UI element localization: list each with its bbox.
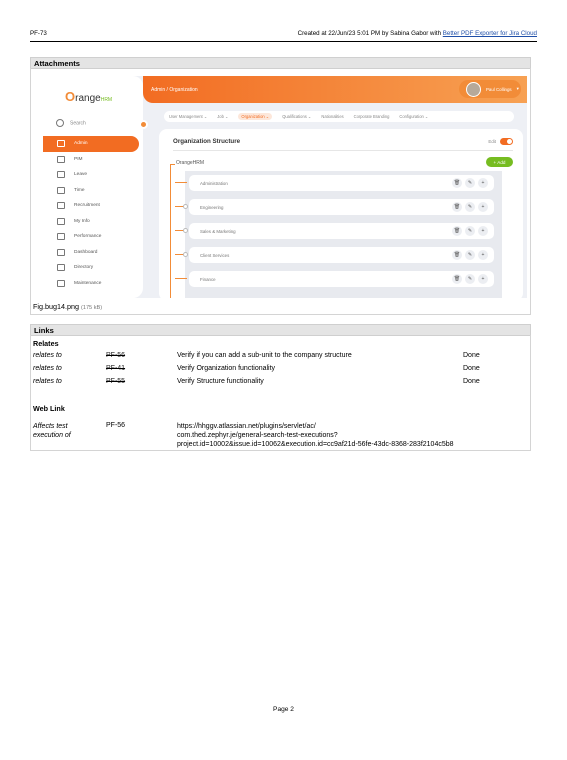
- sidebar-item-admin: Admin: [43, 136, 139, 152]
- top-bar: Admin / Organization Paul Collings ▾: [143, 76, 527, 103]
- tab-configuration: Configuration ⌄: [399, 114, 429, 119]
- admin-icon: [57, 140, 65, 148]
- table-row: relates to PF-41 Verify Organization fun…: [33, 365, 480, 372]
- trash-icon: 🗑: [452, 202, 462, 212]
- status-badge: Done: [463, 365, 480, 372]
- tab-nationalities: Nationalities: [321, 114, 344, 119]
- trash-icon: 🗑: [452, 226, 462, 236]
- web-link-key: PF-56: [106, 422, 126, 429]
- orangehrm-logo: OrangeHRM: [65, 89, 113, 104]
- links-section: Relates relates to PF-56 Verify if you c…: [30, 335, 531, 451]
- tab-qualifications: Qualifications ⌄: [282, 114, 312, 119]
- pencil-icon: ✎: [465, 202, 475, 212]
- exporter-link[interactable]: Better PDF Exporter for Jira Cloud: [443, 30, 537, 37]
- tab-job: Job ⌄: [217, 114, 229, 119]
- web-link-url[interactable]: https://hhggv.atlassian.net/plugins/serv…: [177, 422, 529, 449]
- issue-link[interactable]: PF-55: [106, 378, 125, 385]
- page-header: PF-73 Created at 22/Jun/23 5:01 PM by Sa…: [30, 30, 537, 42]
- plus-icon: +: [478, 274, 488, 284]
- sidebar-item-leave: Leave: [43, 167, 139, 183]
- org-structure-card: Organization Structure Edit OrangeHRM + …: [159, 129, 523, 298]
- search-icon: [56, 119, 64, 127]
- trash-icon: 🗑: [452, 178, 462, 188]
- plus-icon: +: [478, 226, 488, 236]
- performance-icon: [57, 233, 65, 241]
- tab-user-management: User Management ⌄: [169, 114, 208, 119]
- my-info-icon: [57, 217, 65, 225]
- table-row: relates to PF-55 Verify Structure functi…: [33, 378, 480, 385]
- list-item: Sales & Marketing 🗑 ✎ +: [175, 223, 494, 239]
- list-item: Client Services 🗑 ✎ +: [175, 247, 494, 263]
- attachment-caption: Fig.bug14.png (175 kB): [33, 302, 103, 311]
- admin-tabs: User Management ⌄ Job ⌄ Organization ⌄ Q…: [164, 111, 514, 122]
- list-item: Administration 🗑 ✎ +: [175, 175, 494, 191]
- edit-toggle: Edit: [488, 138, 513, 145]
- leave-icon: [57, 171, 65, 179]
- sidebar-item-maintenance: Maintenance: [43, 276, 139, 292]
- sidebar-item-time: Time: [43, 183, 139, 199]
- sidebar-item-pim: PIM: [43, 152, 139, 168]
- page-number: Page 2: [273, 706, 294, 713]
- list-item: Finance 🗑 ✎ +: [175, 271, 494, 287]
- issue-link[interactable]: PF-56: [106, 352, 125, 359]
- sidebar-nav: Admin PIM Leave Time Recruitment My Info…: [43, 136, 139, 291]
- attachment-screenshot[interactable]: OrangeHRM Search Admin PIM Leave Time Re…: [43, 76, 527, 298]
- card-title: Organization Structure: [173, 138, 241, 145]
- issue-key: PF-73: [30, 30, 47, 37]
- trash-icon: 🗑: [452, 250, 462, 260]
- sidebar-item-performance: Performance: [43, 229, 139, 245]
- web-link-heading: Web Link: [33, 404, 65, 413]
- created-info: Created at 22/Jun/23 5:01 PM by Sabina G…: [297, 30, 537, 37]
- maintenance-icon: [57, 279, 65, 287]
- sidebar-item-dashboard: Dashboard: [43, 245, 139, 261]
- breadcrumb: Admin / Organization: [151, 87, 198, 93]
- issue-link[interactable]: PF-41: [106, 365, 125, 372]
- list-item: Engineering 🗑 ✎ +: [175, 199, 494, 215]
- pencil-icon: ✎: [465, 250, 475, 260]
- recruitment-icon: [57, 202, 65, 210]
- status-badge: Done: [463, 352, 480, 359]
- pim-icon: [57, 155, 65, 163]
- add-button: + Add: [486, 157, 513, 167]
- plus-icon: +: [478, 178, 488, 188]
- sidebar-search: Search: [56, 119, 86, 127]
- plus-icon: +: [478, 250, 488, 260]
- chevron-down-icon: ▾: [516, 86, 519, 91]
- sidebar: OrangeHRM Search Admin PIM Leave Time Re…: [43, 76, 143, 298]
- toggle-switch: [500, 138, 513, 145]
- dashboard-icon: [57, 248, 65, 256]
- sidebar-item-my-info: My Info: [43, 214, 139, 230]
- pencil-icon: ✎: [465, 226, 475, 236]
- tab-organization: Organization ⌄: [238, 113, 273, 120]
- pencil-icon: ✎: [465, 274, 475, 284]
- time-icon: [57, 186, 65, 194]
- tab-corporate-branding: Corporate Branding: [353, 114, 390, 119]
- root-unit: OrangeHRM: [176, 160, 205, 166]
- avatar: [466, 81, 481, 97]
- status-badge: Done: [463, 378, 480, 385]
- plus-icon: +: [478, 202, 488, 212]
- relates-heading: Relates: [33, 339, 59, 348]
- table-row: relates to PF-56 Verify if you can add a…: [33, 352, 480, 359]
- sidebar-item-directory: Directory: [43, 260, 139, 276]
- attachments-section: OrangeHRM Search Admin PIM Leave Time Re…: [30, 68, 531, 315]
- pencil-icon: ✎: [465, 178, 475, 188]
- user-menu: Paul Collings ▾: [459, 80, 521, 98]
- unit-list: Administration 🗑 ✎ + Engineering 🗑 ✎ + Sales &…: [175, 171, 502, 298]
- trash-icon: 🗑: [452, 274, 462, 284]
- directory-icon: [57, 264, 65, 272]
- sidebar-collapse-icon: [139, 120, 148, 129]
- sidebar-item-recruitment: Recruitment: [43, 198, 139, 214]
